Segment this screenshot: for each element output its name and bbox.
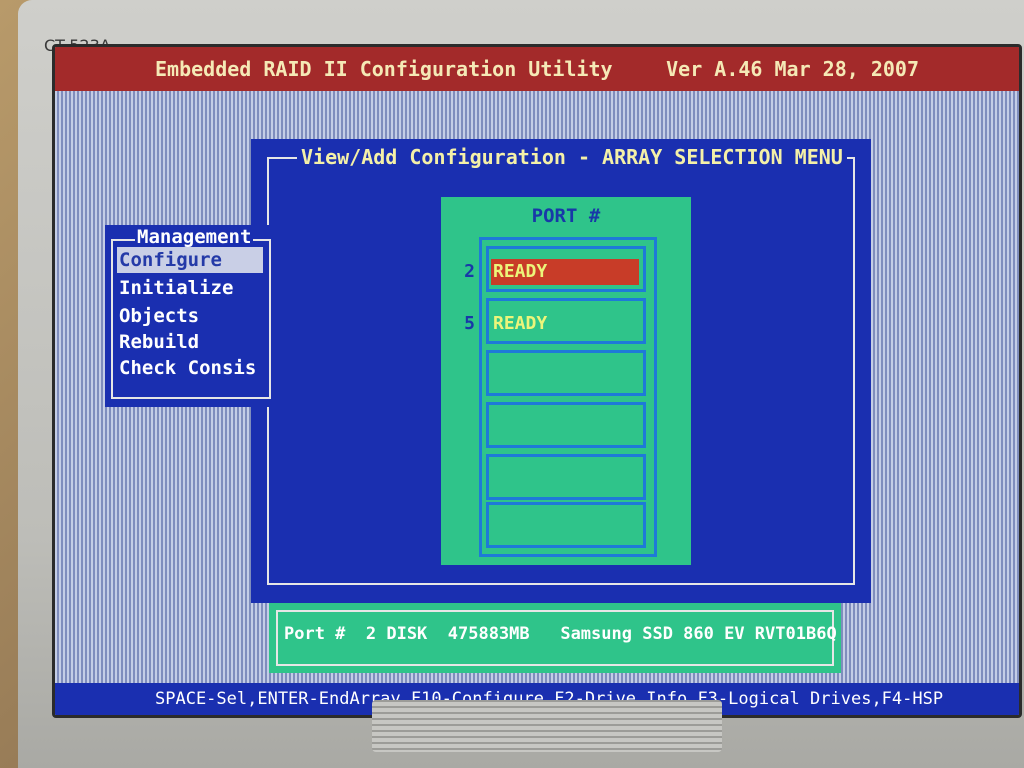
drive-info-text: Port # 2 DISK 475883MB Samsung SSD 860 E… [284,624,837,644]
version-label: Ver A.46 Mar 28, 2007 [666,57,919,81]
menu-item-check-consistency[interactable]: Check Consis [117,355,263,381]
port-slot-list: 2 READY 5 READY [464,237,657,557]
port-slot-2[interactable]: 5 READY [464,298,646,344]
management-menu-title: Management [135,225,254,249]
port-number: 5 [464,313,475,334]
port-panel: PORT # 2 READY 5 READY [441,197,691,565]
bios-screen: Embedded RAID II Configuration Utility V… [52,44,1022,718]
monitor-vent [372,700,722,752]
port-slot-3[interactable] [486,350,646,396]
port-slot-4[interactable] [486,402,646,448]
drive-info-bar: Port # 2 DISK 475883MB Samsung SSD 860 E… [269,603,841,673]
menu-item-initialize[interactable]: Initialize [117,275,263,301]
port-slot-1[interactable]: 2 READY [464,246,646,292]
port-slot-5[interactable] [486,454,646,500]
menu-item-objects[interactable]: Objects [117,303,263,329]
dialog-title: View/Add Configuration - ARRAY SELECTION… [297,145,847,169]
management-menu: Management Configure Initialize Objects … [105,225,275,407]
port-panel-title: PORT # [531,205,601,227]
port-slot-6[interactable] [486,502,646,548]
menu-item-configure[interactable]: Configure [117,247,263,273]
title-bar: Embedded RAID II Configuration Utility V… [55,47,1019,91]
menu-item-rebuild[interactable]: Rebuild [117,329,263,355]
port-status-selected[interactable]: READY [491,259,639,285]
port-number: 2 [464,261,475,282]
port-status[interactable]: READY [491,311,547,337]
app-title: Embedded RAID II Configuration Utility [155,57,613,81]
